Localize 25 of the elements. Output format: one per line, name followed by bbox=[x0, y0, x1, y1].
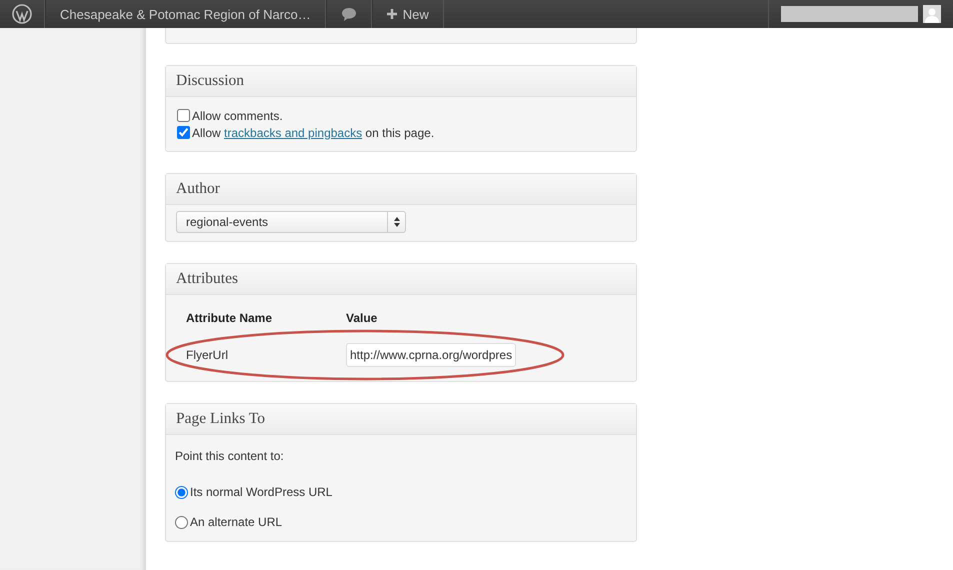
option-label: Its normal WordPress URL bbox=[190, 485, 332, 499]
option-label: Allow trackbacks and pingbacks on this page. bbox=[192, 126, 434, 140]
panel-title: Attributes bbox=[176, 270, 238, 288]
prompt-text: Point this content to: bbox=[175, 449, 285, 463]
wordpress-logo-icon[interactable] bbox=[12, 4, 32, 24]
panel-title: Author bbox=[176, 180, 220, 198]
option-label: Allow comments. bbox=[192, 108, 283, 122]
column-header: Attribute Name bbox=[186, 311, 274, 325]
panel-title: Page Links To bbox=[176, 410, 266, 428]
new-link[interactable]: New bbox=[402, 6, 429, 22]
site-title-link[interactable]: Chesapeake & Potomac Region of Narco… bbox=[60, 6, 311, 22]
radio-button[interactable] bbox=[175, 516, 188, 528]
panel-title: Discussion bbox=[176, 72, 244, 90]
trackbacks-link[interactable]: trackbacks and pingbacks bbox=[224, 126, 362, 140]
radio-button[interactable] bbox=[175, 486, 188, 498]
comment-icon[interactable] bbox=[340, 6, 357, 22]
option-label: An alternate URL bbox=[190, 515, 282, 529]
value-field[interactable]: http://www.cprna.org/wordpres bbox=[346, 343, 516, 367]
up-down-arrows-icon bbox=[394, 217, 400, 227]
column-header: Value bbox=[346, 311, 378, 325]
checkbox[interactable] bbox=[177, 109, 190, 122]
checkbox[interactable] bbox=[177, 126, 190, 139]
plus-icon bbox=[386, 9, 397, 19]
author-select[interactable]: regional-events bbox=[176, 211, 406, 233]
attribute-name: FlyerUrl bbox=[186, 348, 229, 362]
